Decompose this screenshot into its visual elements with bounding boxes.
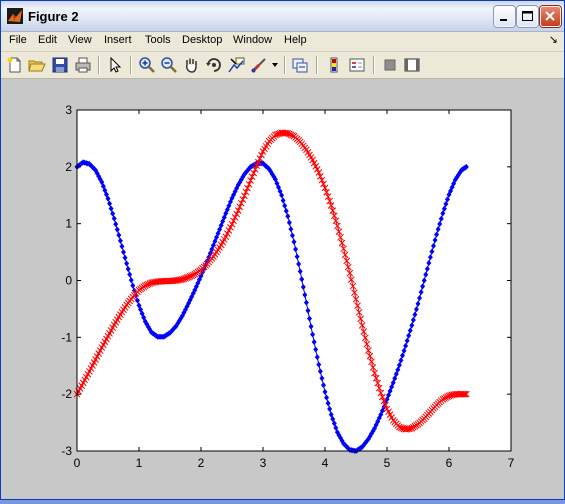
x-tick-label: 1 [136,456,143,470]
dock-figure-icon[interactable]: ↘ [549,33,558,46]
close-button[interactable] [540,6,561,27]
save-icon[interactable] [51,56,69,74]
x-tick-label: 0 [74,456,81,470]
legend-icon[interactable] [348,56,366,74]
arrow-pointer-icon[interactable] [106,56,124,74]
toolbar-separator [130,56,132,74]
figure-toolbar [1,52,564,79]
y-tick-label: -2 [61,387,72,401]
matlab-logo-icon [7,8,23,24]
menu-insert[interactable]: Insert [104,34,132,46]
figure-window: Figure 2 File Edit View Insert Tools Des… [0,0,565,500]
x-tick-label: 6 [446,456,453,470]
x-tick-label: 7 [508,456,515,470]
y-tick-label: 3 [65,103,72,117]
close-icon [545,11,555,21]
colorbar-icon[interactable] [325,56,343,74]
print-icon[interactable] [74,56,92,74]
minimize-button[interactable] [494,6,515,27]
y-tick-label: 0 [65,274,72,288]
brush-icon[interactable] [250,56,268,74]
toolbar-separator [284,56,286,74]
brush-dropdown-icon[interactable] [271,62,279,68]
link-plot-icon[interactable] [291,56,309,74]
maximize-icon [522,11,533,21]
y-tick-label: -3 [61,444,72,458]
x-tick-label: 2 [198,456,205,470]
menu-desktop[interactable]: Desktop [182,34,222,46]
plot-canvas[interactable]: 0 1 2 3 4 5 6 7 -3 -2 -1 0 1 2 3 [1,79,564,499]
menu-view[interactable]: View [68,34,92,46]
menu-window[interactable]: Window [233,34,272,46]
menu-file[interactable]: File [9,34,27,46]
zoom-in-icon[interactable] [138,56,156,74]
menu-tools[interactable]: Tools [145,34,171,46]
x-tick-label: 4 [322,456,329,470]
y-tick-label: 2 [65,160,72,174]
open-file-icon[interactable] [28,56,46,74]
title-bar[interactable]: Figure 2 [1,1,564,32]
show-plot-tools-icon[interactable] [403,56,421,74]
toolbar-separator [98,56,100,74]
rotate-3d-icon[interactable] [205,56,223,74]
new-figure-icon[interactable] [6,56,24,74]
data-cursor-icon[interactable] [228,56,246,74]
x-tick-label: 5 [384,456,391,470]
y-tick-label: -1 [61,330,72,344]
maximize-button[interactable] [517,6,538,27]
hide-plot-tools-icon[interactable] [381,56,399,74]
pan-hand-icon[interactable] [182,56,200,74]
menu-bar: File Edit View Insert Tools Desktop Wind… [1,32,564,52]
y-tick-label: 1 [65,217,72,231]
zoom-out-icon[interactable] [160,56,178,74]
menu-help[interactable]: Help [284,34,307,46]
menu-edit[interactable]: Edit [38,34,57,46]
figure-canvas: 0 1 2 3 4 5 6 7 -3 -2 -1 0 1 2 3 [1,79,564,499]
x-tick-label: 3 [260,456,267,470]
window-title: Figure 2 [28,9,79,24]
minimize-icon [500,19,507,21]
toolbar-separator [316,56,318,74]
toolbar-separator [373,56,375,74]
